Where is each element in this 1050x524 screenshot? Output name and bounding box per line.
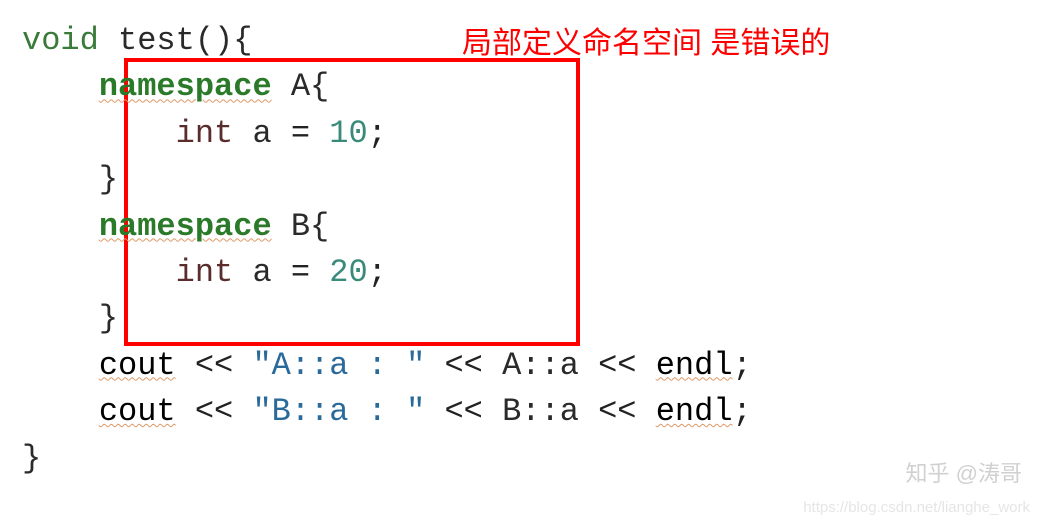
cout: cout <box>99 393 176 430</box>
code-line-9: cout << "B::a : " << B::a << endl; <box>22 389 1028 435</box>
brace: } <box>22 440 41 477</box>
indent <box>22 393 99 430</box>
code-text: B{ <box>272 208 330 245</box>
expression: A::a <box>502 347 579 384</box>
indent <box>22 254 176 291</box>
operator: = <box>291 254 310 291</box>
operator: << <box>598 393 636 430</box>
semicolon: ; <box>368 254 387 291</box>
number-literal: 20 <box>329 254 367 291</box>
space <box>637 347 656 384</box>
semicolon: ; <box>368 115 387 152</box>
cout: cout <box>99 347 176 384</box>
space <box>310 115 329 152</box>
space <box>425 393 444 430</box>
indent <box>22 347 99 384</box>
space <box>233 393 252 430</box>
operator: << <box>195 393 233 430</box>
endl: endl <box>656 393 733 430</box>
semicolon: ; <box>733 393 752 430</box>
code-text: test(){ <box>99 22 253 59</box>
code-line-7: } <box>22 296 1028 342</box>
code-line-5: namespace B{ <box>22 204 1028 250</box>
keyword-int: int <box>176 115 234 152</box>
endl: endl <box>656 347 733 384</box>
keyword-namespace: namespace <box>99 68 272 105</box>
space <box>637 393 656 430</box>
variable: a <box>233 254 291 291</box>
code-line-8: cout << "A::a : " << A::a << endl; <box>22 343 1028 389</box>
space <box>176 347 195 384</box>
indent <box>22 68 99 105</box>
code-text: A{ <box>272 68 330 105</box>
code-line-6: int a = 20; <box>22 250 1028 296</box>
space <box>233 347 252 384</box>
space <box>579 347 598 384</box>
watermark-csdn: https://blog.csdn.net/lianghe_work <box>803 499 1030 516</box>
indent <box>22 161 99 198</box>
variable: a <box>233 115 291 152</box>
string-literal: "A::a : " <box>252 347 425 384</box>
operator: << <box>444 347 482 384</box>
keyword-int: int <box>176 254 234 291</box>
indent <box>22 300 99 337</box>
semicolon: ; <box>733 347 752 384</box>
keyword-void: void <box>22 22 99 59</box>
operator: = <box>291 115 310 152</box>
space <box>425 347 444 384</box>
watermark-zhihu: 知乎 @涛哥 <box>906 456 1022 488</box>
number-literal: 10 <box>329 115 367 152</box>
code-block: void test(){ namespace A{ int a = 10; } … <box>22 18 1028 482</box>
space <box>483 393 502 430</box>
expression: B::a <box>502 393 579 430</box>
code-line-2: namespace A{ <box>22 64 1028 110</box>
code-line-3: int a = 10; <box>22 111 1028 157</box>
space <box>483 347 502 384</box>
brace: } <box>99 161 118 198</box>
indent <box>22 208 99 245</box>
operator: << <box>444 393 482 430</box>
code-line-1: void test(){ <box>22 18 1028 64</box>
brace: } <box>99 300 118 337</box>
keyword-namespace: namespace <box>99 208 272 245</box>
string-literal: "B::a : " <box>252 393 425 430</box>
code-line-4: } <box>22 157 1028 203</box>
code-line-10: } <box>22 436 1028 482</box>
indent <box>22 115 176 152</box>
space <box>176 393 195 430</box>
operator: << <box>195 347 233 384</box>
operator: << <box>598 347 636 384</box>
space <box>579 393 598 430</box>
space <box>310 254 329 291</box>
